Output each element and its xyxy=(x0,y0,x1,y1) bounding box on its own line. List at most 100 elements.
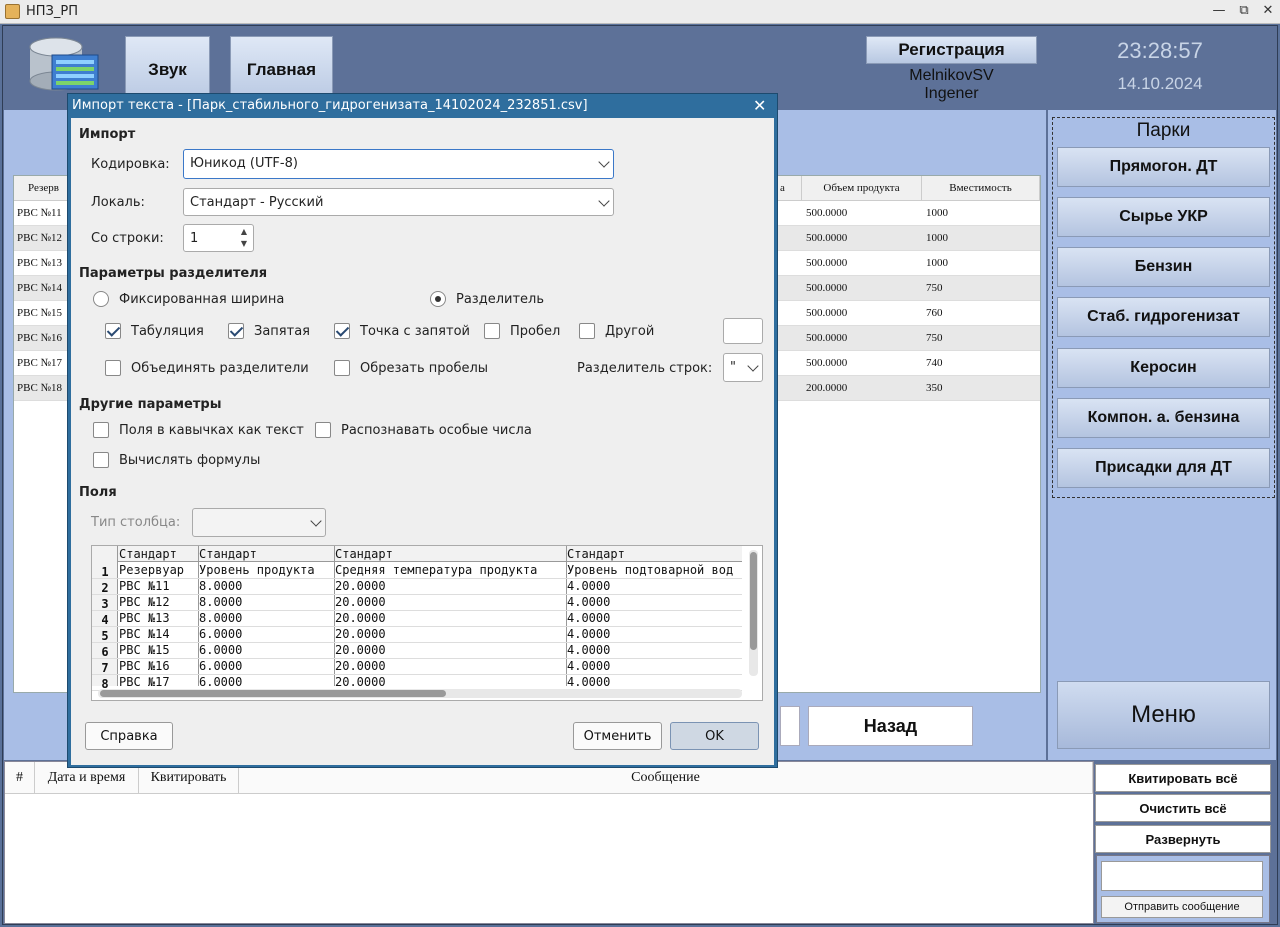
preview-grid[interactable]: Стандарт Стандарт Стандарт Стандарт 1 Рез… xyxy=(91,545,763,701)
comma-checkbox[interactable] xyxy=(228,323,244,339)
preview-cell: Уровень подтоварной вод xyxy=(567,563,734,577)
from-row-spinner[interactable]: 1 ▲ ▼ xyxy=(183,224,254,252)
preview-cell: 20.0000 xyxy=(335,611,386,625)
preview-cell: 20.0000 xyxy=(335,659,386,673)
back-button[interactable]: Назад xyxy=(808,706,973,746)
preview-type[interactable]: Стандарт xyxy=(119,547,197,561)
trim-checkbox[interactable] xyxy=(334,360,350,376)
cell-name: РВС №12 xyxy=(17,232,63,244)
park-button[interactable]: Сырье УКР xyxy=(1057,197,1270,237)
park-button[interactable]: Присадки для ДТ xyxy=(1057,448,1270,488)
park-button[interactable]: Прямогон. ДТ xyxy=(1057,147,1270,187)
preview-cell: 4.0000 xyxy=(567,611,611,625)
cell-capacity: 740 xyxy=(926,357,943,369)
cell-volume: 500.0000 xyxy=(806,207,848,219)
preview-type[interactable]: Стандарт xyxy=(567,547,743,561)
string-delim-select[interactable]: " xyxy=(723,353,763,382)
message-input[interactable] xyxy=(1101,861,1263,891)
quoted-as-text-label: Поля в кавычках как текст xyxy=(119,423,304,438)
detect-special-label: Распознавать особые числа xyxy=(341,423,532,438)
park-button[interactable]: Бензин xyxy=(1057,247,1270,287)
col-header-capacity: Вместимость xyxy=(922,176,1040,201)
col-type-select[interactable] xyxy=(192,508,326,537)
cell-volume: 500.0000 xyxy=(806,282,848,294)
db-logo-icon xyxy=(29,37,99,91)
preview-cell: Средняя температура продукта xyxy=(335,563,538,577)
cancel-button[interactable]: Отменить xyxy=(573,722,662,750)
preview-cell: 20.0000 xyxy=(335,643,386,657)
preview-type[interactable]: Стандарт xyxy=(199,547,333,561)
trim-label: Обрезать пробелы xyxy=(360,361,489,376)
locale-select[interactable]: Стандарт - Русский xyxy=(183,188,614,216)
horizontal-scrollbar[interactable] xyxy=(98,689,742,698)
nav-button-hidden[interactable] xyxy=(780,706,800,746)
other-separator-input[interactable] xyxy=(723,318,763,344)
space-checkbox[interactable] xyxy=(484,323,500,339)
encoding-value: Юникод (UTF-8) xyxy=(190,156,298,171)
close-window-button[interactable]: ✕ xyxy=(1259,3,1277,18)
preview-row-number: 1 xyxy=(101,565,109,579)
ack-all-button[interactable]: Квитировать всё xyxy=(1095,764,1271,792)
expand-button[interactable]: Развернуть xyxy=(1095,825,1271,853)
chevron-down-icon xyxy=(747,360,759,372)
space-label: Пробел xyxy=(510,324,561,339)
chevron-down-icon xyxy=(598,195,610,207)
encoding-select[interactable]: Юникод (UTF-8) xyxy=(183,149,614,179)
tab-checkbox[interactable] xyxy=(105,323,121,339)
cell-volume: 200.0000 xyxy=(806,382,848,394)
register-button[interactable]: Регистрация xyxy=(866,36,1037,64)
cell-capacity: 1000 xyxy=(926,207,948,219)
fixed-width-radio[interactable] xyxy=(93,291,109,307)
cell-name: РВС №11 xyxy=(17,207,62,219)
from-row-label: Со строки: xyxy=(91,231,164,246)
spin-up-icon[interactable]: ▲ xyxy=(241,227,247,236)
detect-special-checkbox[interactable] xyxy=(315,422,331,438)
spin-down-icon[interactable]: ▼ xyxy=(241,239,247,248)
preview-cell: 8.0000 xyxy=(199,579,243,593)
import-section-title: Импорт xyxy=(79,127,136,142)
chevron-down-icon xyxy=(598,156,610,168)
vertical-scrollbar[interactable] xyxy=(749,550,758,676)
preview-cell: 20.0000 xyxy=(335,595,386,609)
separated-radio[interactable] xyxy=(430,291,446,307)
send-message-button[interactable]: Отправить сообщение xyxy=(1101,896,1263,918)
cell-capacity: 760 xyxy=(926,307,943,319)
cell-capacity: 1000 xyxy=(926,232,948,244)
other-checkbox[interactable] xyxy=(579,323,595,339)
parks-title: Парки xyxy=(1136,120,1191,141)
from-row-value: 1 xyxy=(190,231,199,246)
park-button[interactable]: Стаб. гидрогенизат xyxy=(1057,297,1270,337)
ok-button[interactable]: OK xyxy=(670,722,759,750)
clock-date: 14.10.2024 xyxy=(1117,74,1203,93)
eval-formulas-checkbox[interactable] xyxy=(93,452,109,468)
col-type-label: Тип столбца: xyxy=(91,515,181,530)
vertical-scroll-thumb[interactable] xyxy=(750,552,757,650)
cell-capacity: 750 xyxy=(926,282,943,294)
clear-all-button[interactable]: Очистить всё xyxy=(1095,794,1271,822)
preview-cell: 6.0000 xyxy=(199,643,243,657)
maximize-button[interactable]: ⧉ xyxy=(1235,3,1253,18)
preview-row-number: 7 xyxy=(101,661,109,675)
cell-capacity: 750 xyxy=(926,332,943,344)
menu-button[interactable]: Меню xyxy=(1057,681,1270,749)
park-button[interactable]: Компон. а. бензина xyxy=(1057,398,1270,438)
preview-cell: 4.0000 xyxy=(567,579,611,593)
dialog-close-icon[interactable]: ✕ xyxy=(753,96,766,115)
preview-cell: 4.0000 xyxy=(567,659,611,673)
help-button[interactable]: Справка xyxy=(85,722,173,750)
preview-cell: 6.0000 xyxy=(199,659,243,673)
merge-label: Объединять разделители xyxy=(131,361,309,376)
chevron-down-icon xyxy=(310,515,322,527)
string-delim-value: " xyxy=(730,360,736,375)
minimize-button[interactable]: — xyxy=(1210,3,1228,18)
preview-type[interactable]: Стандарт xyxy=(335,547,565,561)
horizontal-scroll-thumb[interactable] xyxy=(100,690,446,697)
quoted-as-text-checkbox[interactable] xyxy=(93,422,109,438)
preview-cell: Уровень продукта xyxy=(199,563,315,577)
semicolon-checkbox[interactable] xyxy=(334,323,350,339)
park-button[interactable]: Керосин xyxy=(1057,348,1270,388)
cell-capacity: 1000 xyxy=(926,257,948,269)
window-titlebar: НПЗ_РП — ⧉ ✕ xyxy=(0,0,1280,24)
merge-checkbox[interactable] xyxy=(105,360,121,376)
cell-name: РВС №14 xyxy=(17,282,63,294)
